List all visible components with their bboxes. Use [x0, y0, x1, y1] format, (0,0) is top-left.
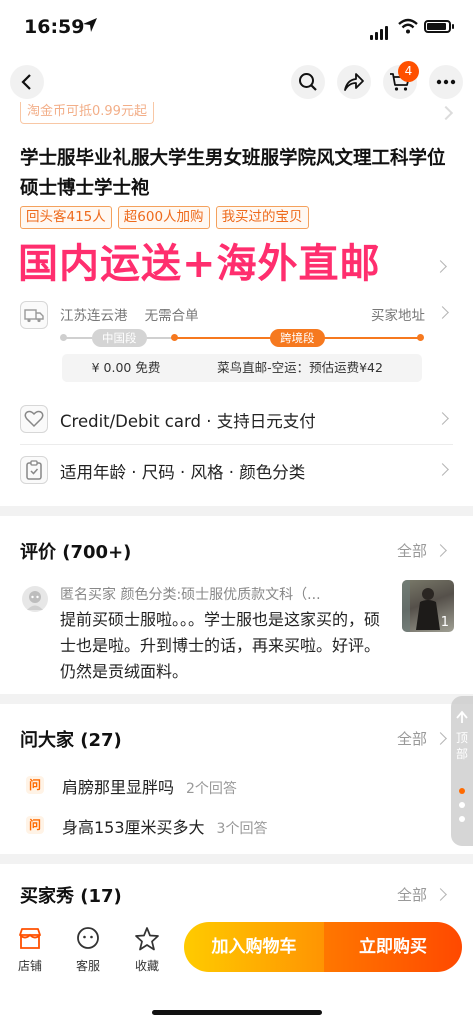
review-photo[interactable]: 1: [402, 580, 454, 632]
buy-now-button[interactable]: 立即购买: [324, 922, 462, 972]
review-text[interactable]: 提前买硕士服啦。。。学士服也是这家买的，硕士也是啦。升到博士的话，再来买啦。好评…: [60, 607, 394, 685]
share-icon: [344, 73, 364, 91]
more-dots-icon: [436, 79, 456, 85]
store-icon: [19, 928, 41, 949]
battery-icon: [424, 20, 454, 33]
domestic-segment-label: 中国段: [92, 329, 147, 347]
home-indicator: [152, 1010, 322, 1015]
status-bar: 16:59: [0, 0, 473, 56]
back-button[interactable]: [10, 65, 44, 99]
reviews-section: 评价 (700+) 全部 匿名买家 颜色分类:硕士服优质款文科（... 提前买硕…: [0, 516, 473, 694]
chevron-right-icon: [434, 544, 447, 557]
chevron-left-icon: [21, 74, 31, 90]
shipping-promo-banner: 国内运送+海外直邮: [17, 240, 381, 288]
share-button[interactable]: [337, 65, 371, 99]
page-indicator-dot: [459, 802, 465, 808]
question-icon: 问: [26, 816, 44, 834]
chat-icon: [77, 927, 99, 949]
buyer-show-title: 买家秀 (17): [20, 886, 122, 907]
payment-row[interactable]: Credit/Debit card · 支持日元支付: [20, 399, 453, 439]
coin-coupon-strip[interactable]: 淘金币可抵0.99元起: [20, 102, 154, 124]
cart-count-badge: 4: [398, 61, 419, 82]
route-end-dot: [417, 334, 424, 341]
question-icon: 问: [26, 776, 44, 794]
page-indicator-dot: [459, 816, 465, 822]
customer-service-label: 客服: [75, 959, 100, 973]
product-title: 学士服毕业礼服大学生男女班服学院风文理工科学位硕士博士学士袍: [20, 148, 446, 199]
reviewer-info: 匿名买家 颜色分类:硕士服优质款文科（...: [60, 587, 321, 603]
spec-text: 适用年龄 · 尺码 · 风格 · 颜色分类: [60, 463, 306, 482]
domestic-fee: ¥ 0.00 免费: [62, 354, 190, 382]
cellular-signal-icon: [370, 21, 390, 40]
reviews-title: 评价 (700+): [20, 542, 132, 563]
international-segment-label: 跨境段: [270, 329, 325, 347]
chevron-right-icon: [436, 306, 449, 319]
add-to-cart-button[interactable]: 加入购物车: [184, 922, 324, 972]
chevron-right-icon: [434, 732, 447, 745]
tag-repeat-buyers: 回头客415人: [20, 206, 112, 229]
tag-bought-before[interactable]: 我买过的宝贝: [215, 206, 309, 229]
back-to-top-label: 顶部: [455, 731, 468, 761]
clipboard-icon: [20, 456, 48, 484]
search-button[interactable]: [291, 65, 325, 99]
favorite-label: 收藏: [134, 959, 159, 973]
route-start-dot: [60, 334, 67, 341]
location-arrow-icon: [83, 18, 97, 32]
product-tags: 回头客415人 超600人加购 我买过的宝贝: [20, 206, 309, 229]
payment-text: Credit/Debit card · 支持日元支付: [60, 412, 316, 431]
qa-item[interactable]: 肩膀那里显胖吗 2个回答: [62, 774, 237, 798]
spec-row[interactable]: 适用年龄 · 尺码 · 风格 · 颜色分类: [20, 450, 453, 490]
chevron-right-icon: [434, 888, 447, 901]
divider: [20, 444, 453, 445]
store-label: 店铺: [17, 959, 42, 973]
back-to-top-button[interactable]: 顶部: [451, 696, 473, 846]
qa-all-link[interactable]: 全部: [397, 728, 427, 749]
shipping-info[interactable]: 江苏连云港 无需合单 买家地址 中国段 跨境段 ¥ 0.00 免费 菜鸟直邮-空…: [20, 294, 453, 394]
qa-section: 问大家 (27) 全部 问 肩膀那里显胖吗 2个回答 问 身高153厘米买多大 3个…: [0, 704, 473, 854]
ship-to-address: 买家地址: [371, 308, 425, 324]
favorite-button[interactable]: 收藏: [127, 926, 167, 974]
product-info-card: 淘金币可抵0.99元起 学士服毕业礼服大学生男女班服学院风文理工科学位硕士博士学…: [0, 102, 473, 506]
reviews-all-link[interactable]: 全部: [397, 540, 427, 561]
chevron-right-icon: [436, 412, 449, 425]
route-mid-dot: [171, 334, 178, 341]
search-icon: [299, 73, 317, 91]
ship-from-location: 江苏连云港 无需合单: [60, 308, 199, 324]
bottom-action-bar: 店铺 客服 收藏 加入购物车 立即购买: [0, 912, 473, 1024]
arrow-up-icon: [456, 710, 468, 723]
chevron-right-icon: [438, 105, 454, 121]
star-icon: [135, 927, 159, 951]
heart-icon: [20, 405, 48, 433]
reviewer-avatar: [22, 586, 48, 612]
chevron-right-icon: [436, 463, 449, 476]
buyer-show-all-link[interactable]: 全部: [397, 884, 427, 905]
wifi-icon: [398, 18, 418, 34]
truck-icon: [20, 301, 48, 329]
page-indicator-dot: [459, 788, 465, 794]
review-photo-count: 1: [440, 615, 449, 630]
store-button[interactable]: 店铺: [10, 926, 50, 974]
qa-item[interactable]: 身高153厘米买多大 3个回答: [62, 814, 267, 838]
status-time: 16:59: [24, 16, 85, 38]
customer-service-button[interactable]: 客服: [68, 926, 108, 974]
tag-added-to-cart: 超600人加购: [117, 206, 210, 229]
qa-title: 问大家 (27): [20, 730, 122, 751]
international-fee: 菜鸟直邮-空运：预估运费¥42: [178, 354, 422, 382]
more-button[interactable]: [429, 65, 463, 99]
